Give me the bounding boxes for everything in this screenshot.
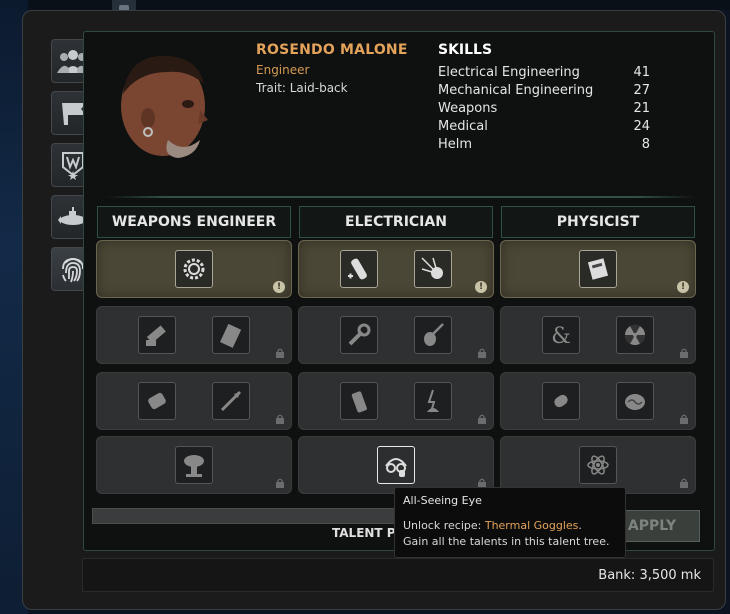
svg-text:&: & [551, 324, 571, 349]
skill-value: 41 [633, 65, 650, 80]
talent-tile [500, 372, 696, 430]
talent-tile [298, 436, 494, 494]
skill-row: Weapons 21 [438, 100, 650, 118]
guitar-icon[interactable] [414, 316, 452, 354]
ampersand-icon[interactable]: & [542, 316, 580, 354]
talent-tile: ! [96, 240, 292, 298]
talent-tile: & [500, 306, 696, 364]
brain-icon[interactable] [616, 382, 654, 420]
lock-icon [680, 478, 688, 488]
tree-header-electrician: ELECTRICIAN [299, 206, 493, 238]
wrench-icon[interactable] [340, 316, 378, 354]
skill-row: Helm 8 [438, 136, 650, 154]
talent-tile [96, 306, 292, 364]
skill-value: 21 [633, 101, 650, 116]
skill-row: Medical 24 [438, 118, 650, 136]
talent-tile: ! [298, 240, 494, 298]
skill-value: 24 [633, 119, 650, 134]
skill-name: Medical [438, 119, 488, 134]
lock-icon [276, 414, 284, 424]
tooltip-desc-suffix: . [578, 519, 582, 532]
character-info: ROSENDO MALONE Engineer Trait: Laid-back [256, 42, 408, 95]
talent-tile [500, 436, 696, 494]
skill-value: 27 [633, 83, 650, 98]
tree-header-weapons-engineer: WEAPONS ENGINEER [97, 206, 291, 238]
lock-icon [276, 478, 284, 488]
tooltip-title: All-Seeing Eye [403, 494, 482, 507]
lock-icon [680, 348, 688, 358]
mushroom-cloud-icon[interactable] [175, 446, 213, 484]
battery-icon[interactable] [340, 382, 378, 420]
unlock-badge: ! [475, 281, 487, 293]
lock-icon [478, 414, 486, 424]
talents-panel: ROSENDO MALONE Engineer Trait: Laid-back… [83, 31, 715, 551]
character-trait: Trait: Laid-back [256, 81, 348, 95]
skill-value: 8 [641, 137, 650, 152]
tree-header-physicist: PHYSICIST [501, 206, 695, 238]
skill-name: Weapons [438, 101, 498, 116]
skill-name: Electrical Engineering [438, 65, 580, 80]
character-job: Engineer [256, 63, 310, 77]
tooltip-recipe-name: Thermal Goggles [484, 519, 579, 532]
unlock-badge: ! [273, 281, 285, 293]
atom-icon[interactable] [579, 446, 617, 484]
bandage-icon[interactable] [340, 250, 378, 288]
skills-title: SKILLS [438, 42, 493, 58]
talent-tile [298, 306, 494, 364]
skill-name: Helm [438, 137, 473, 152]
book-icon[interactable] [579, 250, 617, 288]
bank-bar: Bank: 3,500 mk [82, 558, 714, 592]
thermal-goggles-icon[interactable] [377, 446, 415, 484]
skill-row: Electrical Engineering 41 [438, 64, 650, 82]
gauntlet-icon[interactable] [138, 382, 176, 420]
talent-tooltip: All-Seeing Eye Unlock recipe: Thermal Go… [394, 487, 626, 558]
character-portrait [121, 55, 208, 158]
ammo-box-icon[interactable] [212, 316, 250, 354]
tooltip-description: Unlock recipe: Thermal Goggles. [403, 519, 617, 532]
talent-tile [96, 436, 292, 494]
unlock-badge: ! [677, 281, 689, 293]
talent-tile [96, 372, 292, 430]
talent-tile: ! [500, 240, 696, 298]
lock-icon [680, 414, 688, 424]
skill-row: Mechanical Engineering 27 [438, 82, 650, 100]
talent-tile [298, 372, 494, 430]
turret-icon[interactable] [138, 316, 176, 354]
skill-name: Mechanical Engineering [438, 83, 594, 98]
character-name: ROSENDO MALONE [256, 42, 408, 58]
bank-balance: Bank: 3,500 mk [598, 568, 701, 583]
spotlight-icon[interactable] [414, 250, 452, 288]
divider [106, 196, 696, 198]
tooltip-description-2: Gain all the talents in this talent tree… [403, 535, 610, 548]
harpoon-icon[interactable] [212, 382, 250, 420]
capsule-icon[interactable] [542, 382, 580, 420]
tooltip-desc-prefix: Unlock recipe: [403, 519, 485, 532]
radiation-icon[interactable] [616, 316, 654, 354]
skills-list: SKILLS Electrical Engineering 41 Mechani… [438, 42, 650, 154]
lock-icon [276, 348, 284, 358]
power-node-icon[interactable] [414, 382, 452, 420]
background-top [0, 0, 730, 10]
gear-icon[interactable] [175, 250, 213, 288]
lock-icon [478, 348, 486, 358]
